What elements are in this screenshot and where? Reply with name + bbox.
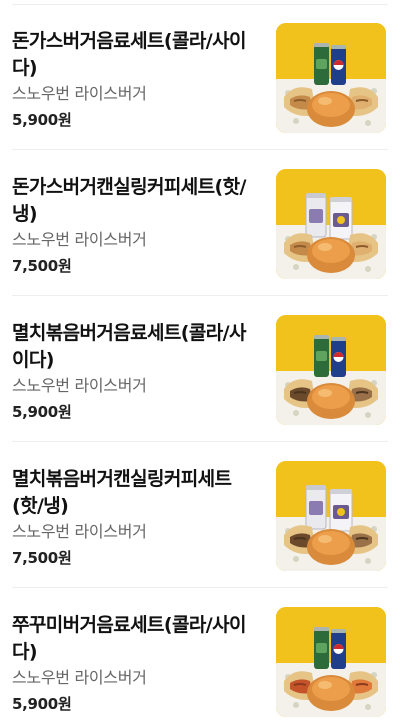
menu-item-name: 돈가스버거음료세트(콜라/사이다) <box>12 30 246 79</box>
menu-item-price: 7,500원 <box>12 257 72 275</box>
menu-item[interactable]: 멸치볶음버거음료세트(콜라/사이다) 스노우번 라이스버거 5,900원 <box>0 296 400 442</box>
burger-set-photo <box>276 461 386 571</box>
menu-item-store: 스노우번 라이스버거 <box>12 522 147 541</box>
burger-set-photo <box>276 315 386 425</box>
menu-item-price: 5,900원 <box>12 111 72 129</box>
menu-item-store: 스노우번 라이스버거 <box>12 376 147 395</box>
burger-bun <box>307 237 355 273</box>
menu-item-photo[interactable] <box>276 607 386 717</box>
menu-item-photo[interactable] <box>276 315 386 425</box>
menu-item-price: 7,500원 <box>12 549 72 567</box>
menu-item[interactable]: 돈가스버거음료세트(콜라/사이다) 스노우번 라이스버거 5,900원 <box>0 4 400 150</box>
menu-item-photo[interactable] <box>276 461 386 571</box>
menu-item[interactable]: 돈가스버거캔실링커피세트(핫/냉) 스노우번 라이스버거 7,500원 <box>0 150 400 296</box>
menu-list: 돈가스버거음료세트(콜라/사이다) 스노우번 라이스버거 5,900원 돈가스버… <box>0 0 400 723</box>
menu-item-name: 멸치볶음버거캔실링커피세트(핫/냉) <box>12 468 232 517</box>
menu-item[interactable]: 쭈꾸미버거음료세트(콜라/사이다) 스노우번 라이스버거 5,900원 <box>0 588 400 723</box>
menu-item-name: 멸치볶음버거음료세트(콜라/사이다) <box>12 322 246 371</box>
menu-item-store: 스노우번 라이스버거 <box>12 84 147 103</box>
menu-item-store: 스노우번 라이스버거 <box>12 230 147 249</box>
menu-item-photo[interactable] <box>276 169 386 279</box>
menu-item-name: 돈가스버거캔실링커피세트(핫/냉) <box>12 176 246 225</box>
menu-item-price: 5,900원 <box>12 695 72 713</box>
burger-bun <box>307 91 355 127</box>
burger-set-photo <box>276 23 386 133</box>
burger-bun <box>307 675 355 711</box>
burger-bun <box>307 383 355 419</box>
menu-item[interactable]: 멸치볶음버거캔실링커피세트(핫/냉) 스노우번 라이스버거 7,500원 <box>0 442 400 588</box>
menu-item-price: 5,900원 <box>12 403 72 421</box>
burger-set-photo <box>276 607 386 717</box>
burger-bun <box>307 529 355 565</box>
menu-item-name: 쭈꾸미버거음료세트(콜라/사이다) <box>12 614 246 663</box>
menu-item-photo[interactable] <box>276 23 386 133</box>
burger-set-photo <box>276 169 386 279</box>
menu-item-store: 스노우번 라이스버거 <box>12 668 147 687</box>
